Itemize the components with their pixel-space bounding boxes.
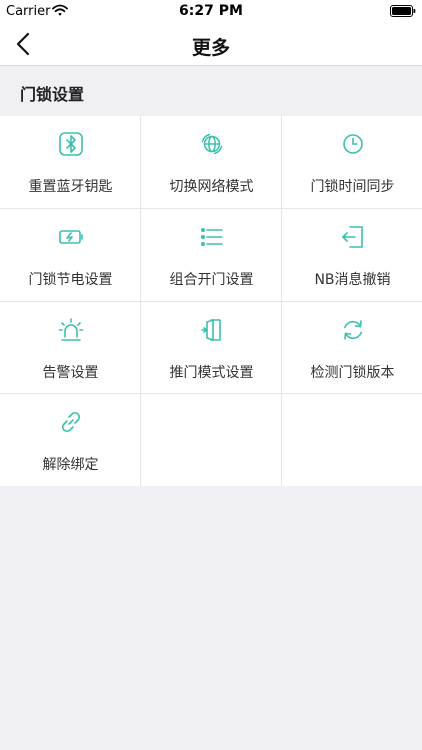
- cell-label: 告警设置: [42, 365, 99, 381]
- globe-icon: [201, 133, 222, 155]
- cell-label: 切换网络模式: [169, 179, 254, 195]
- unlink-icon: [61, 411, 80, 433]
- clock-icon: [342, 134, 363, 154]
- switch-network-mode-button[interactable]: 切换网络模式: [141, 116, 282, 209]
- cell-label: 重置蓝牙钥匙: [28, 179, 113, 195]
- door-icon: [200, 319, 221, 341]
- section-header: 门锁设置: [0, 67, 422, 116]
- empty-cell: [282, 394, 422, 487]
- cell-label: 门锁时间同步: [310, 179, 395, 195]
- cell-label: 检测门锁版本: [310, 365, 395, 381]
- unbind-button[interactable]: 解除绑定: [0, 394, 141, 487]
- section-title: 门锁设置: [20, 85, 85, 104]
- settings-grid: 重置蓝牙钥匙 切换网络模式 门锁时间同步 门锁节电设置 组合开门设置 NB消息撤…: [0, 116, 422, 486]
- power-saving-settings-button[interactable]: 门锁节电设置: [0, 209, 141, 302]
- cell-label: NB消息撤销: [314, 272, 391, 288]
- status-time: 6:27 PM: [179, 3, 243, 19]
- nav-bar: 更多: [0, 22, 422, 66]
- refresh-icon: [343, 320, 362, 340]
- alarm-light-icon: [58, 318, 83, 341]
- cell-label: 解除绑定: [42, 457, 99, 473]
- check-lock-version-button[interactable]: 检测门锁版本: [282, 302, 422, 395]
- list-icon: [200, 228, 223, 246]
- empty-cell: [141, 394, 282, 487]
- lock-time-sync-button[interactable]: 门锁时间同步: [282, 116, 422, 209]
- push-door-mode-button[interactable]: 推门模式设置: [141, 302, 282, 395]
- alarm-settings-button[interactable]: 告警设置: [0, 302, 141, 395]
- reset-bluetooth-key-button[interactable]: 重置蓝牙钥匙: [0, 116, 141, 209]
- page-title: 更多: [191, 37, 230, 59]
- bluetooth-icon: [58, 132, 83, 156]
- cell-label: 推门模式设置: [169, 365, 254, 381]
- nb-message-revoke-button[interactable]: NB消息撤销: [282, 209, 422, 302]
- cell-label: 门锁节电设置: [28, 272, 113, 288]
- exit-icon: [341, 226, 363, 248]
- status-bar: Carrier 6:27 PM: [0, 0, 422, 22]
- combo-unlock-settings-button[interactable]: 组合开门设置: [141, 209, 282, 302]
- battery-icon: [390, 5, 416, 17]
- cell-label: 组合开门设置: [169, 272, 254, 288]
- battery-charging-icon: [58, 230, 83, 244]
